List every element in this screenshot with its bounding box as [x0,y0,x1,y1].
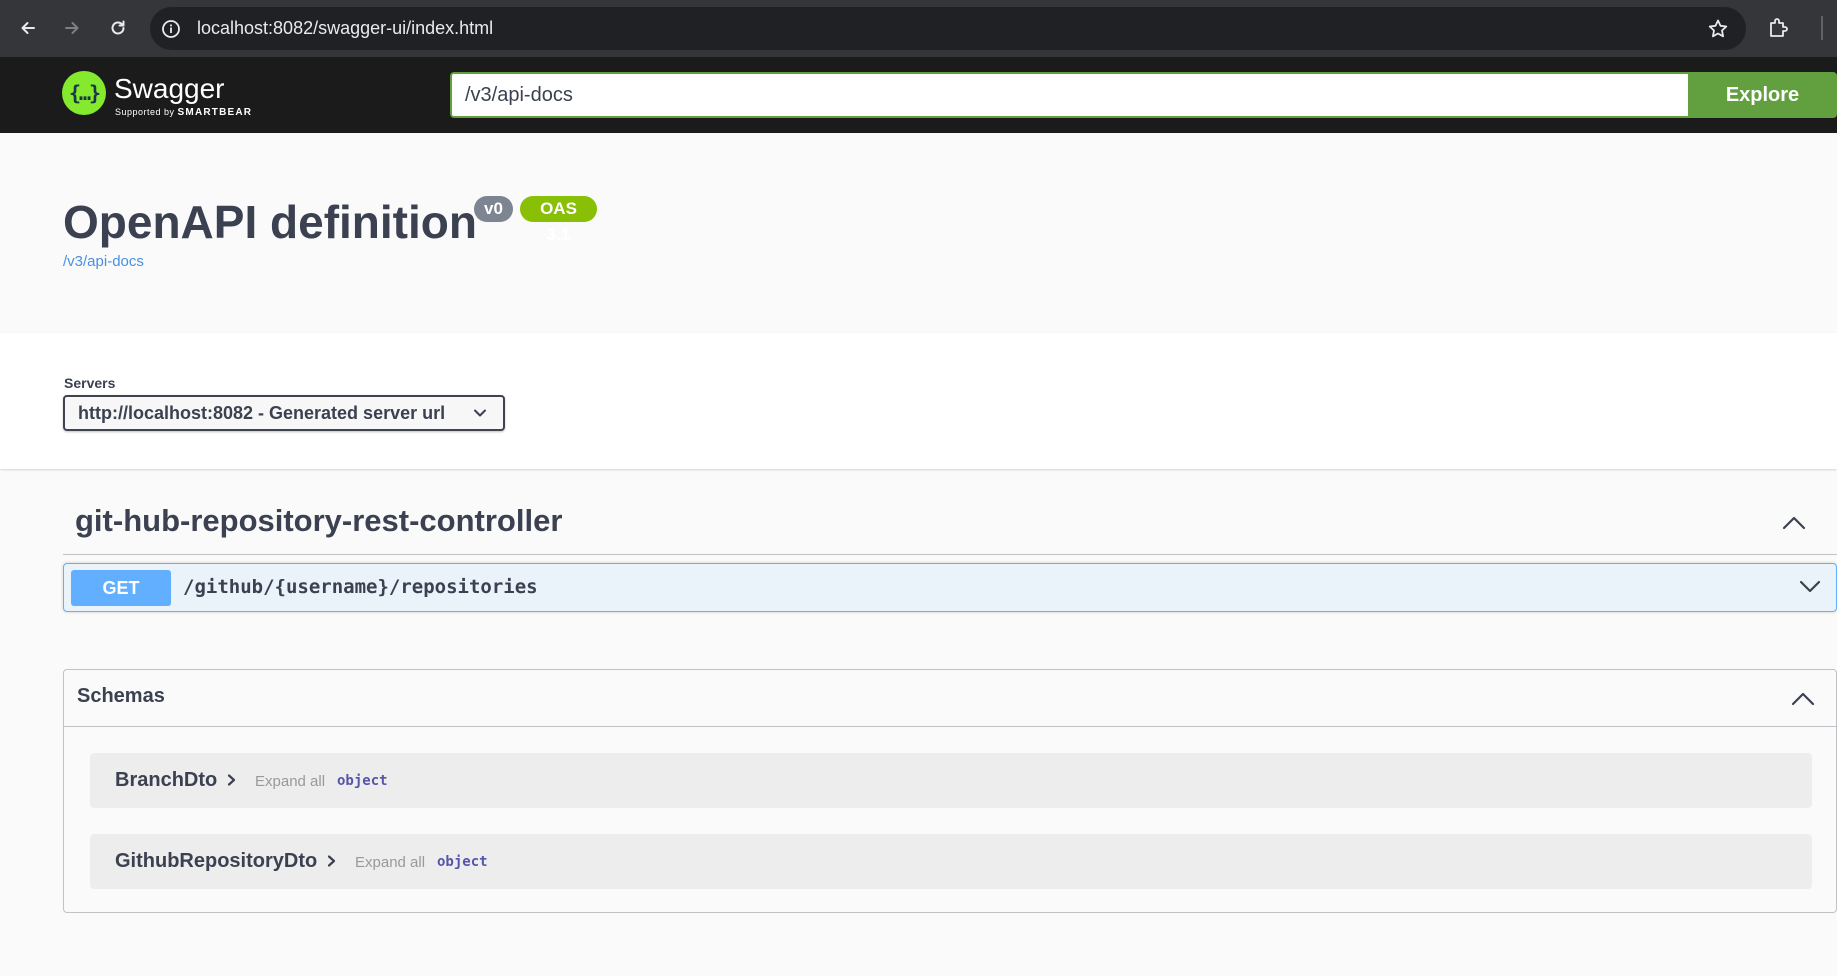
toolbar-divider [1821,16,1823,40]
schemas-header[interactable]: Schemas [64,670,1836,727]
spec-url-input[interactable] [450,72,1688,118]
site-info-icon[interactable] [160,18,182,40]
page-title: OpenAPI definition [63,196,477,248]
operation-get-repositories[interactable]: GET /github/{username}/repositories [63,563,1837,612]
logo-title: Swagger [114,73,225,104]
swagger-logo-icon: {…} [62,71,106,115]
swagger-logo[interactable]: {…} Swagger Supported by SMARTBEAR [62,71,262,119]
spec-link[interactable]: /v3/api-docs [63,253,144,270]
chevron-right-icon[interactable] [326,854,338,868]
operation-path[interactable]: /github/{username}/repositories [183,564,538,611]
expand-all-link[interactable]: Expand all [355,834,425,891]
servers-select[interactable]: http://localhost:8082 - Generated server… [63,395,505,431]
chevron-up-icon[interactable] [1781,513,1807,533]
chevron-right-icon[interactable] [226,773,238,787]
back-button[interactable] [14,14,42,42]
address-bar[interactable]: localhost:8082/swagger-ui/index.html [150,7,1746,50]
tag-header[interactable]: git-hub-repository-rest-controller [63,491,1837,555]
extensions-puzzle-icon[interactable] [1766,15,1792,41]
servers-selected-value: http://localhost:8082 - Generated server… [78,403,446,423]
reload-button[interactable] [104,14,132,42]
schema-row[interactable]: BranchDto Expand all object [90,753,1812,808]
logo-subtitle: Supported by SMARTBEAR [115,107,253,118]
swagger-topbar: {…} Swagger Supported by SMARTBEAR Explo… [0,57,1837,133]
explore-form: Explore [450,72,1837,118]
tag-title[interactable]: git-hub-repository-rest-controller [75,503,562,539]
arrow-left-icon [21,22,35,34]
version-badge: v0 [474,196,513,222]
servers-label: Servers [64,375,116,391]
servers-section: Servers http://localhost:8082 - Generate… [0,333,1837,469]
schema-name[interactable]: GithubRepositoryDto [115,834,317,889]
oas-badge: OAS 3.1 [520,196,597,244]
reload-icon [111,20,125,35]
arrow-right-icon [65,22,79,34]
api-info: OpenAPI definition v0 OAS 3.1 /v3/api-do… [0,133,1837,333]
schemas-title: Schemas [77,685,165,707]
schema-name[interactable]: BranchDto [115,753,217,808]
expand-all-link[interactable]: Expand all [255,753,325,810]
address-url[interactable]: localhost:8082/swagger-ui/index.html [197,7,493,50]
chevron-down-icon[interactable] [1798,578,1822,596]
chevron-up-icon[interactable] [1790,690,1816,708]
forward-button[interactable] [58,14,86,42]
method-badge: GET [71,570,171,606]
schemas-section: Schemas BranchDto Expand all object Gith… [63,669,1837,913]
schema-type: object [337,773,388,789]
bookmark-star-icon[interactable] [1706,17,1730,41]
schema-type: object [437,854,488,870]
chevron-down-icon [474,409,486,417]
explore-button[interactable]: Explore [1688,72,1837,118]
browser-toolbar: localhost:8082/swagger-ui/index.html [0,0,1837,57]
schema-row[interactable]: GithubRepositoryDto Expand all object [90,834,1812,889]
